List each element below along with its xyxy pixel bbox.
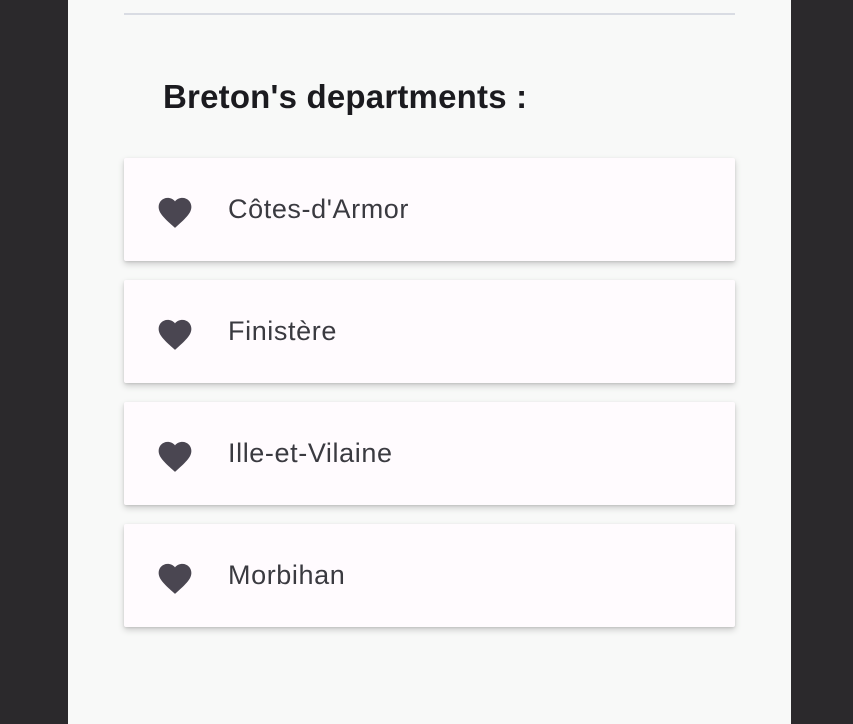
department-label: Côtes-d'Armor: [228, 194, 409, 224]
department-label: Ille-et-Vilaine: [228, 438, 393, 468]
department-card-cotes-darmor[interactable]: Côtes-d'Armor: [124, 158, 735, 261]
heart-icon[interactable]: [155, 193, 195, 229]
heart-icon[interactable]: [155, 559, 195, 595]
heart-icon[interactable]: [155, 315, 195, 351]
department-card-morbihan[interactable]: Morbihan: [124, 524, 735, 627]
departments-list: Côtes-d'Armor Finistère Ille-et-Vilaine: [124, 158, 735, 627]
heart-icon[interactable]: [155, 437, 195, 473]
divider: [124, 13, 735, 15]
app-screen: Breton's departments : Côtes-d'Armor Fin…: [68, 0, 791, 724]
section-title: Breton's departments :: [163, 78, 528, 115]
department-label: Morbihan: [228, 560, 346, 590]
department-card-finistere[interactable]: Finistère: [124, 280, 735, 383]
department-label: Finistère: [228, 316, 337, 346]
department-card-ille-et-vilaine[interactable]: Ille-et-Vilaine: [124, 402, 735, 505]
